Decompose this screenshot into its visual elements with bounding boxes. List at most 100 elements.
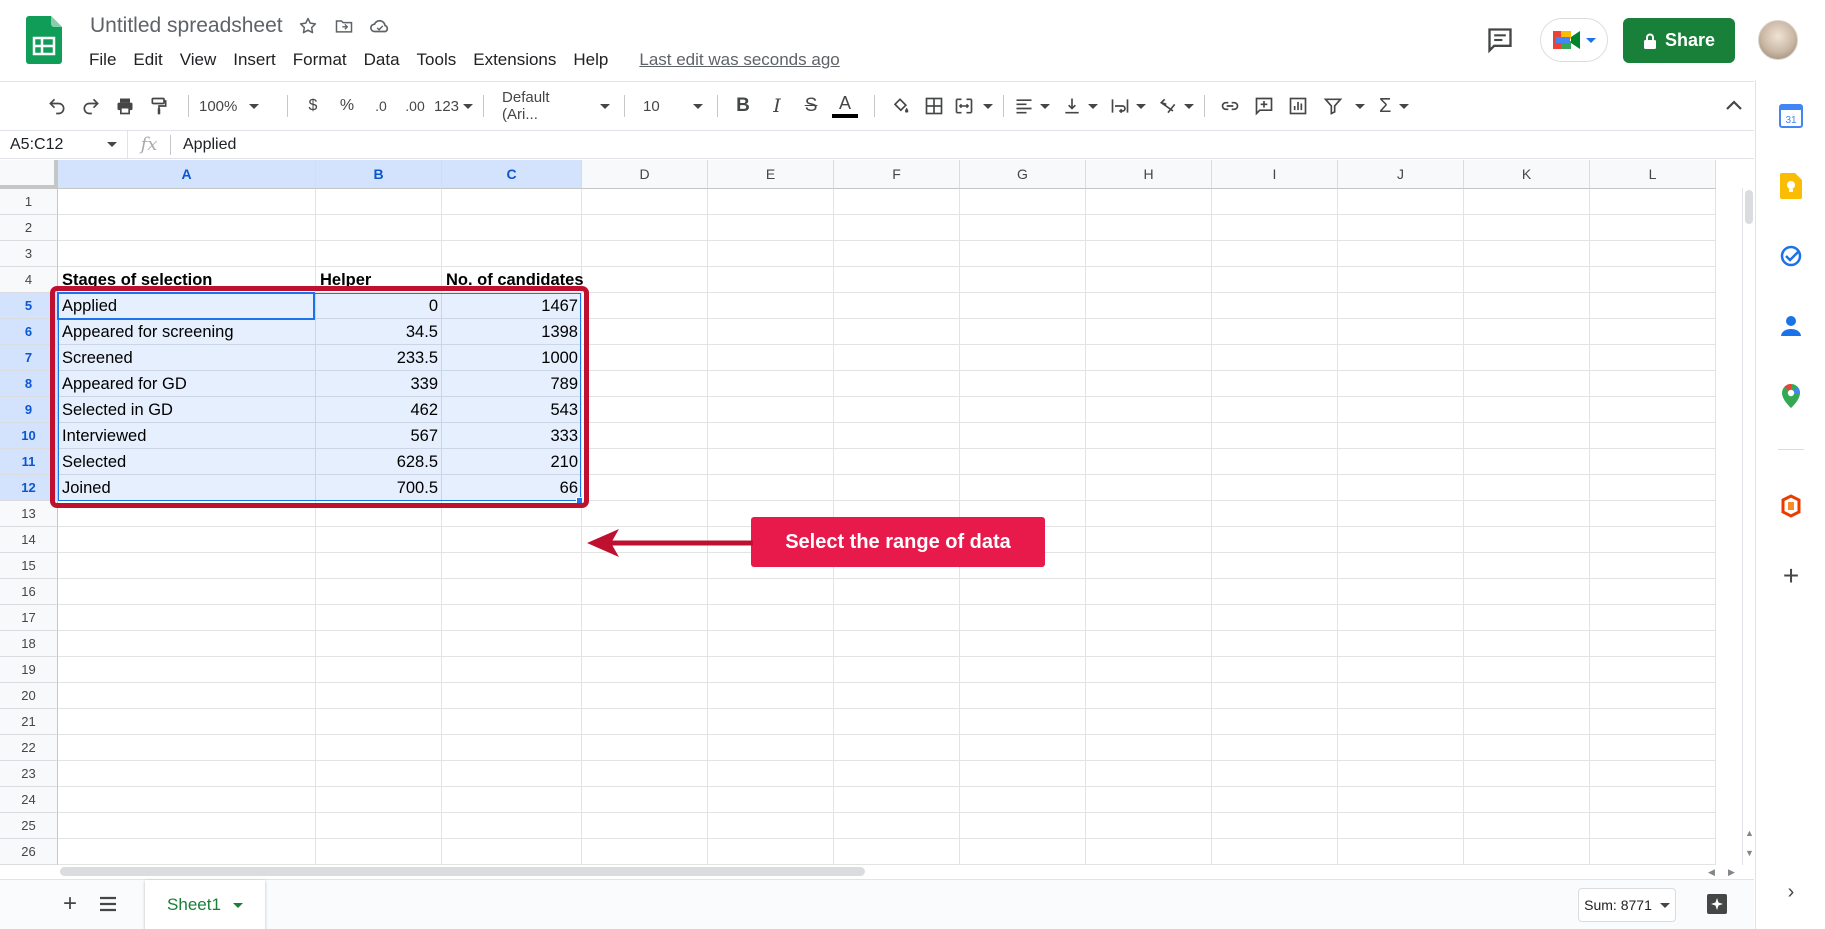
insert-comment-icon[interactable] <box>1249 91 1279 121</box>
row-header[interactable]: 20 <box>0 683 58 709</box>
scroll-up-icon[interactable]: ▲ <box>1745 828 1754 838</box>
avatar[interactable] <box>1758 20 1798 60</box>
row-header[interactable]: 1 <box>0 189 58 215</box>
row-header[interactable]: 4 <box>0 267 58 293</box>
cloud-saved-icon[interactable] <box>369 15 391 37</box>
paint-format-icon[interactable] <box>144 91 174 121</box>
decrease-decimal-button[interactable]: .0 <box>366 91 396 121</box>
strikethrough-icon[interactable]: S <box>796 91 826 121</box>
row-header[interactable]: 26 <box>0 839 58 865</box>
select-all-corner[interactable] <box>0 160 58 189</box>
column-header[interactable]: L <box>1590 160 1716 189</box>
text-rotation-select[interactable] <box>1158 96 1195 116</box>
row-header[interactable]: 13 <box>0 501 58 527</box>
font-family-select[interactable]: Default (Ari... <box>494 89 614 123</box>
vertical-scrollbar[interactable]: ▲ ▼ <box>1742 188 1754 865</box>
row-header[interactable]: 23 <box>0 761 58 787</box>
get-addons-icon[interactable]: + <box>1778 560 1804 591</box>
insert-chart-icon[interactable] <box>1283 91 1313 121</box>
bold-icon[interactable]: B <box>728 91 758 121</box>
fill-color-icon[interactable] <box>885 91 915 121</box>
undo-icon[interactable] <box>42 91 72 121</box>
scroll-down-icon[interactable]: ▼ <box>1745 848 1754 858</box>
borders-icon[interactable] <box>919 91 949 121</box>
tasks-icon[interactable] <box>1778 243 1804 269</box>
add-sheet-icon[interactable]: + <box>58 890 82 917</box>
all-sheets-icon[interactable] <box>97 894 119 914</box>
text-color-icon[interactable]: A <box>830 91 860 121</box>
print-icon[interactable] <box>110 91 140 121</box>
share-button[interactable]: Share <box>1623 18 1735 63</box>
name-box[interactable]: A5:C12 <box>0 131 128 158</box>
formula-input[interactable]: Applied <box>183 136 236 154</box>
sum-dropdown[interactable]: Sum: 8771 <box>1578 888 1676 922</box>
column-header[interactable]: H <box>1086 160 1212 189</box>
format-currency-button[interactable]: $ <box>298 91 328 121</box>
insert-link-icon[interactable] <box>1215 91 1245 121</box>
chevron-up-icon[interactable] <box>1723 96 1745 114</box>
spreadsheet-grid[interactable]: ABCDEFGHIJKL 1 2 3 4 5 6 7 8 9 10 11 12 13 14 15 16 17 18… <box>0 160 1742 865</box>
column-header[interactable]: G <box>960 160 1086 189</box>
explore-icon[interactable] <box>1705 892 1729 916</box>
row-header[interactable]: 16 <box>0 579 58 605</box>
maps-icon[interactable] <box>1778 383 1804 409</box>
row-header[interactable]: 2 <box>0 215 58 241</box>
horizontal-align-select[interactable] <box>1014 96 1051 116</box>
column-header[interactable]: A <box>58 160 316 189</box>
row-header[interactable]: 22 <box>0 735 58 761</box>
star-icon[interactable] <box>297 15 319 37</box>
menu-help[interactable]: Help <box>573 50 619 70</box>
row-header[interactable]: 3 <box>0 241 58 267</box>
comment-history-icon[interactable] <box>1486 26 1514 54</box>
row-header[interactable]: 17 <box>0 605 58 631</box>
scroll-left-icon[interactable]: ◀ <box>1708 867 1715 878</box>
sheet-tab[interactable]: Sheet1 <box>145 880 265 929</box>
column-header[interactable]: E <box>708 160 834 189</box>
font-size-select[interactable]: 10 <box>635 98 707 115</box>
menu-edit[interactable]: Edit <box>133 50 173 70</box>
text-wrap-select[interactable] <box>1110 96 1147 116</box>
column-header[interactable]: B <box>316 160 442 189</box>
office-addon-icon[interactable] <box>1778 493 1804 519</box>
format-percent-button[interactable]: % <box>332 91 362 121</box>
menu-view[interactable]: View <box>180 50 228 70</box>
contacts-icon[interactable] <box>1778 313 1804 339</box>
horizontal-scrollbar[interactable]: ◀ ▶ <box>58 865 1742 879</box>
scroll-right-icon[interactable]: ▶ <box>1728 867 1735 878</box>
column-header[interactable]: K <box>1464 160 1590 189</box>
menu-insert[interactable]: Insert <box>233 50 287 70</box>
calendar-icon[interactable]: 31 <box>1778 103 1804 129</box>
column-header[interactable]: C <box>442 160 582 189</box>
merge-cells-select[interactable] <box>953 96 994 116</box>
column-header[interactable]: D <box>582 160 708 189</box>
row-header[interactable]: 14 <box>0 527 58 553</box>
redo-icon[interactable] <box>76 91 106 121</box>
menu-file[interactable]: File <box>89 50 127 70</box>
move-to-folder-icon[interactable] <box>333 15 355 37</box>
menu-format[interactable]: Format <box>293 50 358 70</box>
column-header[interactable]: F <box>834 160 960 189</box>
row-header[interactable]: 21 <box>0 709 58 735</box>
keep-icon[interactable] <box>1778 173 1804 199</box>
document-title[interactable]: Untitled spreadsheet <box>90 14 283 38</box>
column-header[interactable]: I <box>1212 160 1338 189</box>
row-header[interactable]: 19 <box>0 657 58 683</box>
increase-decimal-button[interactable]: .00 <box>400 91 430 121</box>
menu-tools[interactable]: Tools <box>417 50 468 70</box>
menu-extensions[interactable]: Extensions <box>473 50 567 70</box>
zoom-select[interactable]: 100% <box>199 98 277 115</box>
chevron-right-icon[interactable]: › <box>1778 879 1804 905</box>
vertical-align-select[interactable] <box>1062 96 1099 116</box>
filter-select[interactable] <box>1323 96 1366 116</box>
horizontal-scroll-thumb[interactable] <box>60 867 865 876</box>
row-header[interactable]: 18 <box>0 631 58 657</box>
vertical-scroll-thumb[interactable] <box>1745 190 1753 224</box>
row-header[interactable]: 25 <box>0 813 58 839</box>
meet-button[interactable] <box>1540 18 1608 62</box>
column-header[interactable]: J <box>1338 160 1464 189</box>
menu-data[interactable]: Data <box>364 50 411 70</box>
more-formats-select[interactable]: 123 <box>434 98 474 115</box>
row-header[interactable]: 24 <box>0 787 58 813</box>
last-edit-link[interactable]: Last edit was seconds ago <box>639 50 839 70</box>
functions-select[interactable]: Σ <box>1379 95 1410 118</box>
